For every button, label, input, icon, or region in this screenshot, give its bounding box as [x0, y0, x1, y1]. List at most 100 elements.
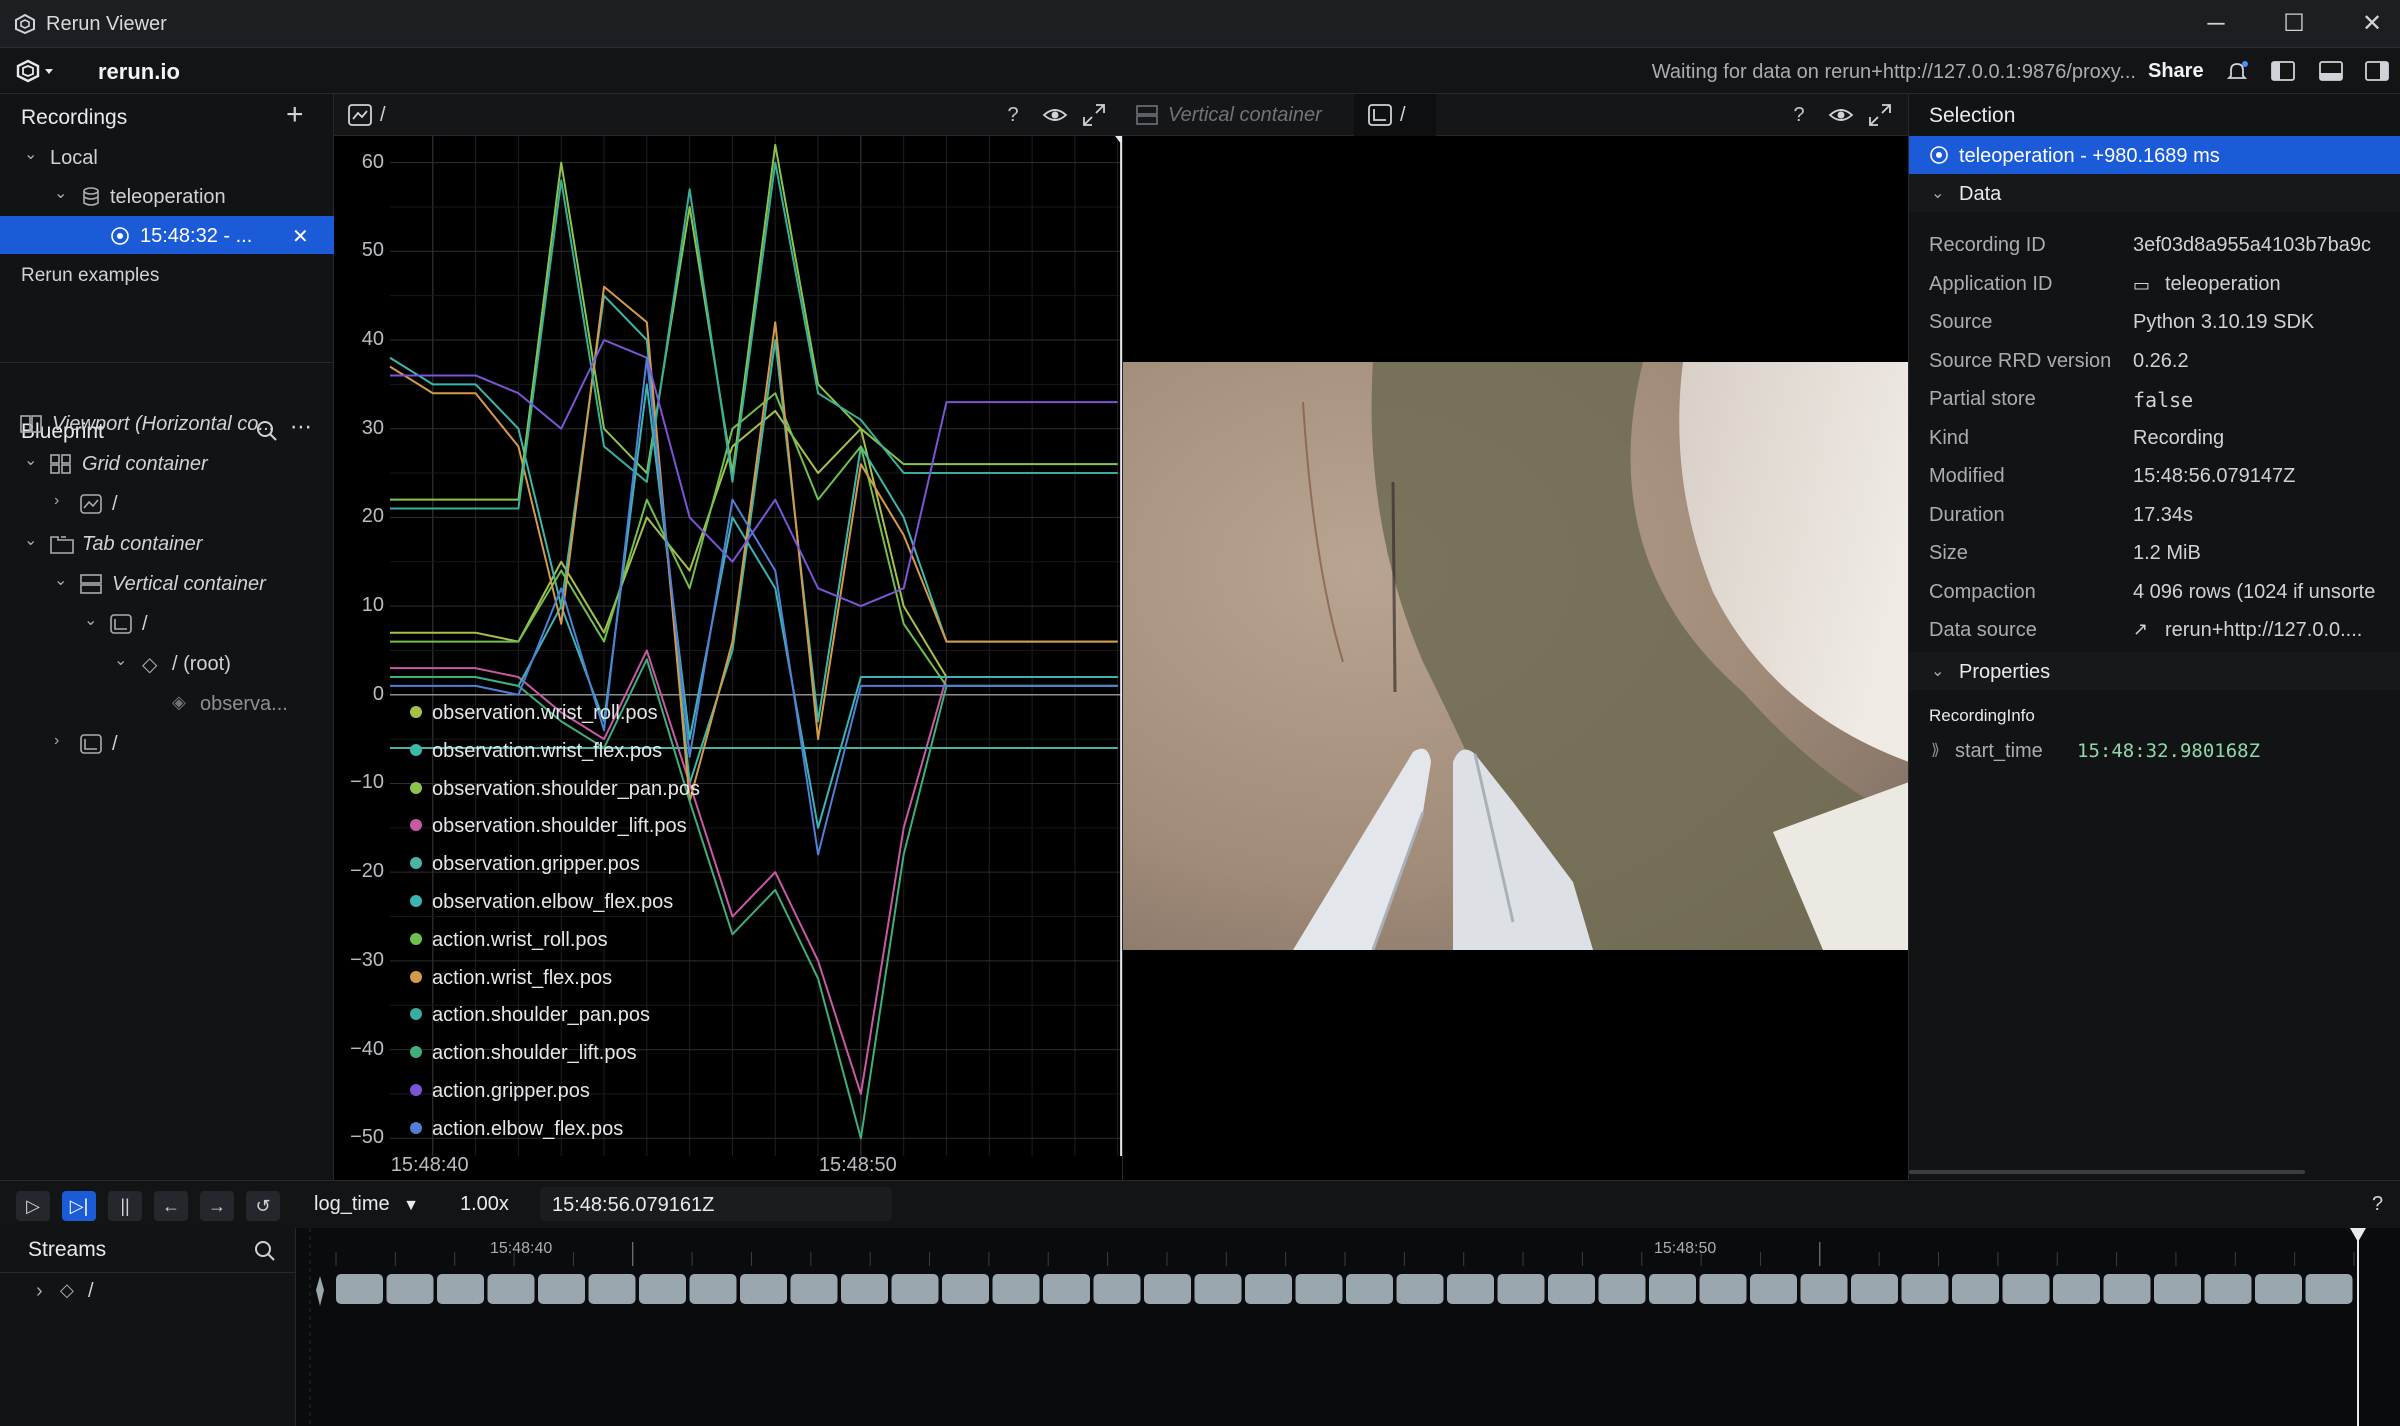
legend-item[interactable]: action.wrist_roll.pos: [410, 929, 608, 952]
properties-section-header[interactable]: ⌄ Properties: [1909, 652, 2400, 690]
plot-view-header: / ?: [334, 94, 1122, 136]
timeline-selector[interactable]: log_time ▼: [314, 1193, 419, 1216]
timeline-data-chunk: [2154, 1274, 2201, 1304]
step-back-button[interactable]: ←: [154, 1191, 188, 1221]
chevron-down-icon[interactable]: ⌄: [54, 573, 68, 589]
blueprint-plot-view[interactable]: › /: [0, 484, 334, 522]
data-row-value: 15:48:56.079147Z: [2133, 465, 2296, 487]
step-forward-button[interactable]: →: [200, 1191, 234, 1221]
legend-item[interactable]: observation.elbow_flex.pos: [410, 891, 673, 914]
minimize-button[interactable]: ─: [2200, 10, 2232, 38]
toggle-bottom-panel-icon[interactable]: [2318, 60, 2344, 82]
blueprint-vertical-container[interactable]: ⌄ Vertical container: [0, 564, 334, 602]
image-view[interactable]: [1122, 136, 1909, 1180]
legend-item[interactable]: observation.wrist_flex.pos: [410, 740, 662, 763]
data-section-header[interactable]: ⌄ Data: [1909, 174, 2400, 212]
timeseries-plot[interactable]: 60 50 40 30 20 10 0 −10 −20 −30 −40 −50 15:48:40 15:…: [334, 136, 1122, 1180]
image-tab-active[interactable]: /: [1354, 94, 1436, 136]
chevron-down-icon[interactable]: ⌄: [24, 147, 38, 163]
current-time-field[interactable]: 15:48:56.079161Z: [540, 1187, 892, 1221]
vertical-container-tab[interactable]: Vertical container: [1168, 104, 1322, 127]
chevron-down-icon[interactable]: ⌄: [24, 533, 38, 549]
blueprint-spatial-view[interactable]: ⌄ /: [0, 604, 334, 642]
selected-item[interactable]: teleoperation - +980.1689 ms: [1909, 136, 2400, 174]
blueprint-second-spatial-view[interactable]: › /: [0, 724, 334, 762]
chevron-down-icon[interactable]: ⌄: [54, 186, 68, 202]
blueprint-grid-container[interactable]: ⌄ Grid container: [0, 444, 334, 482]
chevron-down-icon[interactable]: ⌄: [24, 453, 38, 469]
stream-root-label[interactable]: /: [88, 1280, 94, 1303]
tree-item-teleoperation[interactable]: ⌄ teleoperation: [0, 177, 334, 215]
rerun-examples-link[interactable]: Rerun examples: [0, 256, 334, 294]
chevron-down-icon[interactable]: ⌄: [84, 613, 98, 629]
timeline-data-chunk: [487, 1274, 535, 1304]
data-row-key: Kind: [1929, 426, 1970, 449]
data-row-value: 1.2 MiB: [2133, 542, 2201, 564]
plot-tab[interactable]: /: [380, 104, 386, 127]
legend-color-dot: [410, 819, 422, 832]
x-tick-label: 15:48:50: [818, 1154, 897, 1176]
timeline-data-chunk: [689, 1274, 737, 1304]
legend-item[interactable]: action.gripper.pos: [410, 1080, 590, 1103]
help-icon[interactable]: ?: [2372, 1193, 2383, 1216]
loop-button[interactable]: ↺: [246, 1191, 280, 1221]
close-recording-icon[interactable]: ✕: [292, 224, 309, 249]
help-icon[interactable]: ?: [1002, 104, 1024, 126]
help-icon[interactable]: ?: [1788, 104, 1810, 126]
play-button[interactable]: ▷: [16, 1191, 50, 1221]
timeline-tick-label: 15:48:50: [1654, 1240, 1717, 1257]
notification-bell-icon[interactable]: [2224, 60, 2250, 82]
timeline-panel[interactable]: 15:48:40 15:48:50: [296, 1228, 2400, 1426]
horizontal-scrollbar[interactable]: [1909, 1170, 2305, 1174]
close-button[interactable]: ✕: [2356, 10, 2388, 38]
legend-item[interactable]: action.shoulder_pan.pos: [410, 1004, 650, 1027]
legend-color-dot: [410, 1084, 422, 1096]
toggle-right-panel-icon[interactable]: [2364, 60, 2390, 82]
chevron-right-icon[interactable]: ›: [54, 493, 68, 509]
maximize-button[interactable]: ☐: [2278, 10, 2310, 38]
visibility-eye-icon[interactable]: [1828, 105, 1854, 125]
legend-item[interactable]: action.elbow_flex.pos: [410, 1118, 623, 1141]
chevron-down-icon[interactable]: ⌄: [114, 653, 128, 669]
legend-item[interactable]: observation.shoulder_pan.pos: [410, 778, 700, 801]
brand-link[interactable]: rerun.io: [98, 59, 180, 85]
time-cursor-handle: [1115, 136, 1122, 144]
chevron-down-icon[interactable]: ⌄: [1931, 661, 1944, 681]
maximize-view-icon[interactable]: [1082, 103, 1106, 127]
tree-item-local[interactable]: ⌄ Local: [0, 138, 334, 176]
toggle-left-panel-icon[interactable]: [2270, 60, 2296, 82]
legend-color-dot: [410, 895, 422, 907]
blueprint-tab-container[interactable]: ⌄ Tab container: [0, 524, 334, 562]
chevron-right-icon[interactable]: ›: [36, 1280, 43, 1303]
share-button[interactable]: Share: [2148, 60, 2204, 83]
camera-image[interactable]: [1123, 362, 1909, 950]
playback-speed[interactable]: 1.00x: [460, 1193, 509, 1216]
streams-title: Streams: [28, 1238, 107, 1261]
add-recording-icon[interactable]: +: [286, 98, 304, 132]
rerun-menu-icon[interactable]: [16, 59, 56, 83]
pause-button[interactable]: ||: [108, 1191, 142, 1221]
legend-label: action.shoulder_lift.pos: [432, 1042, 637, 1065]
chevron-right-icon[interactable]: ›: [54, 733, 68, 749]
component-icon: ◈: [172, 692, 186, 712]
legend-item[interactable]: observation.gripper.pos: [410, 853, 640, 876]
legend-item[interactable]: observation.shoulder_lift.pos: [410, 815, 687, 838]
blueprint-observation-entity[interactable]: ◈ observa...: [0, 684, 334, 722]
maximize-view-icon[interactable]: [1868, 103, 1892, 127]
blueprint-root-entity[interactable]: ⌄ ◇ / (root): [0, 644, 334, 682]
legend-item[interactable]: action.shoulder_lift.pos: [410, 1042, 637, 1065]
tree-item-recording[interactable]: 15:48:32 - ... ✕: [0, 216, 334, 254]
vertical-container-icon: [80, 574, 102, 594]
vertical-container-label: Vertical container: [112, 573, 266, 595]
search-icon[interactable]: [254, 1240, 276, 1262]
external-link-icon[interactable]: ↗: [2133, 619, 2148, 640]
follow-button[interactable]: ▷|: [62, 1191, 96, 1221]
blueprint-viewport[interactable]: Viewport (Horizontal co...: [0, 404, 334, 442]
legend-item[interactable]: action.wrist_flex.pos: [410, 967, 612, 990]
legend-color-dot: [410, 932, 422, 945]
visibility-eye-icon[interactable]: [1042, 105, 1068, 125]
legend-color-dot: [410, 1121, 422, 1134]
timeline-canvas[interactable]: [296, 1228, 2400, 1426]
chevron-down-icon[interactable]: ⌄: [1931, 183, 1944, 203]
legend-item[interactable]: observation.wrist_roll.pos: [410, 702, 658, 725]
